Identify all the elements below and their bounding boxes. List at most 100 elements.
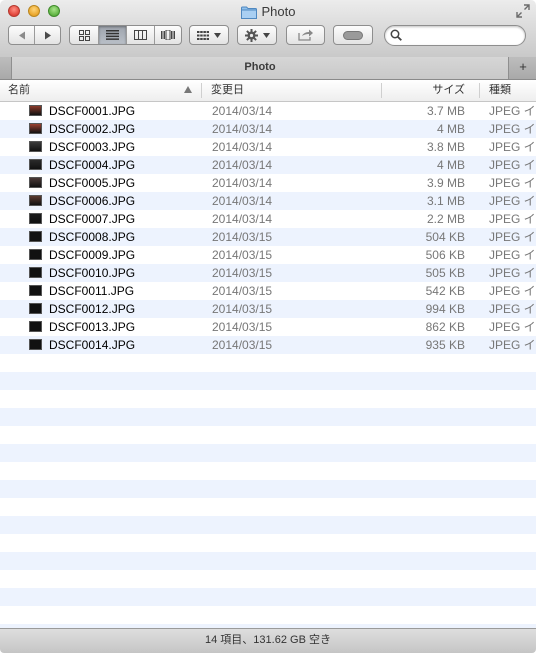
file-row[interactable]: DSCF0014.JPG 2014/03/15 935 KB JPEG イメージ (0, 336, 536, 354)
jpeg-thumbnail-icon (29, 231, 42, 242)
file-date: 2014/03/15 (212, 248, 273, 262)
file-size: 506 KB (425, 248, 465, 262)
file-kind: JPEG イメージ (489, 266, 536, 280)
file-name: DSCF0013.JPG (49, 320, 136, 334)
file-size: 505 KB (425, 266, 465, 280)
empty-row-stripe (0, 588, 536, 606)
back-arrow-icon (18, 31, 25, 39)
file-row[interactable]: DSCF0007.JPG 2014/03/14 2.2 MB JPEG イメージ (0, 210, 536, 228)
file-row[interactable]: DSCF0008.JPG 2014/03/15 504 KB JPEG イメージ (0, 228, 536, 246)
view-mode-control (69, 25, 182, 45)
column-header-name[interactable]: 名前 (8, 80, 198, 101)
column-separator[interactable] (201, 83, 202, 98)
search-field[interactable] (384, 25, 526, 46)
label-button[interactable] (333, 25, 373, 45)
file-name: DSCF0003.JPG (49, 140, 136, 154)
file-date: 2014/03/15 (212, 230, 273, 244)
status-bar: 14 項目、131.62 GB 空き (0, 628, 536, 653)
file-kind: JPEG イメージ (489, 284, 536, 298)
list-view-icon (106, 30, 119, 40)
tab-photo[interactable]: Photo (11, 57, 509, 79)
file-kind: JPEG イメージ (489, 104, 536, 118)
cover-flow-view-button[interactable] (154, 26, 181, 44)
file-size: 3.9 MB (426, 176, 465, 190)
empty-row-stripe (0, 408, 536, 426)
file-kind: JPEG イメージ (489, 302, 536, 316)
jpeg-thumbnail-icon (29, 249, 42, 260)
column-header-size[interactable]: サイズ (384, 80, 465, 101)
back-button[interactable] (9, 26, 34, 44)
file-date: 2014/03/14 (212, 212, 273, 226)
search-icon (390, 29, 402, 41)
file-row[interactable]: DSCF0013.JPG 2014/03/15 862 KB JPEG イメージ (0, 318, 536, 336)
file-name: DSCF0006.JPG (49, 194, 136, 208)
file-date: 2014/03/14 (212, 104, 273, 118)
file-date: 2014/03/14 (212, 122, 273, 136)
file-name: DSCF0005.JPG (49, 176, 136, 190)
file-row[interactable]: DSCF0004.JPG 2014/03/14 4 MB JPEG イメージ (0, 156, 536, 174)
share-button[interactable] (286, 25, 325, 45)
column-separator[interactable] (381, 83, 382, 98)
file-kind: JPEG イメージ (489, 320, 536, 334)
file-kind: JPEG イメージ (489, 176, 536, 190)
file-name: DSCF0012.JPG (49, 302, 136, 316)
arrange-button[interactable] (189, 25, 229, 45)
file-date: 2014/03/14 (212, 176, 273, 190)
icon-view-icon (78, 29, 90, 41)
file-row[interactable]: DSCF0001.JPG 2014/03/14 3.7 MB JPEG イメージ (0, 102, 536, 120)
file-row[interactable]: DSCF0005.JPG 2014/03/14 3.9 MB JPEG イメージ (0, 174, 536, 192)
jpeg-thumbnail-icon (29, 195, 42, 206)
chevron-down-icon (262, 32, 270, 38)
file-date: 2014/03/15 (212, 338, 273, 352)
file-row[interactable]: DSCF0011.JPG 2014/03/15 542 KB JPEG イメージ (0, 282, 536, 300)
action-button[interactable] (237, 25, 277, 45)
add-tab-button[interactable]: + (510, 57, 536, 79)
jpeg-thumbnail-icon (29, 177, 42, 188)
file-row[interactable]: DSCF0003.JPG 2014/03/14 3.8 MB JPEG イメージ (0, 138, 536, 156)
file-date: 2014/03/14 (212, 140, 273, 154)
icon-view-button[interactable] (70, 26, 98, 44)
file-kind: JPEG イメージ (489, 338, 536, 352)
file-date: 2014/03/14 (212, 194, 273, 208)
column-view-icon (134, 30, 147, 40)
sort-ascending-icon (184, 86, 192, 93)
forward-button[interactable] (34, 26, 60, 44)
file-row[interactable]: DSCF0006.JPG 2014/03/14 3.1 MB JPEG イメージ (0, 192, 536, 210)
empty-row-stripe (0, 516, 536, 534)
window-title: Photo (0, 3, 536, 21)
file-kind: JPEG イメージ (489, 194, 536, 208)
list-view-button[interactable] (98, 26, 126, 44)
arrange-grid-icon (197, 30, 209, 40)
folder-icon (240, 6, 257, 19)
empty-row-stripe (0, 372, 536, 390)
column-view-button[interactable] (126, 26, 154, 44)
jpeg-thumbnail-icon (29, 141, 42, 152)
file-size: 3.1 MB (426, 194, 465, 208)
jpeg-thumbnail-icon (29, 339, 42, 350)
column-header: 名前 変更日 サイズ 種類 (0, 80, 536, 102)
back-forward-control (8, 25, 61, 45)
file-name: DSCF0009.JPG (49, 248, 136, 262)
file-name: DSCF0001.JPG (49, 104, 136, 118)
column-separator[interactable] (479, 83, 480, 98)
column-header-date[interactable]: 変更日 (211, 80, 376, 101)
finder-window: Photo Photo + 名前 変更日 サイズ 種類 DSCF0001.JPG… (0, 0, 536, 653)
tab-bar: Photo + (0, 57, 536, 80)
file-row[interactable]: DSCF0002.JPG 2014/03/14 4 MB JPEG イメージ (0, 120, 536, 138)
file-row[interactable]: DSCF0010.JPG 2014/03/15 505 KB JPEG イメージ (0, 264, 536, 282)
column-header-kind[interactable]: 種類 (489, 80, 536, 101)
jpeg-thumbnail-icon (29, 285, 42, 296)
fullscreen-icon[interactable] (516, 4, 530, 18)
file-kind: JPEG イメージ (489, 248, 536, 262)
file-row[interactable]: DSCF0012.JPG 2014/03/15 994 KB JPEG イメージ (0, 300, 536, 318)
file-name: DSCF0011.JPG (49, 284, 135, 298)
search-input[interactable] (405, 28, 520, 43)
file-list[interactable]: DSCF0001.JPG2014/03/143.7 MBJPEG イメージDSC… (0, 102, 536, 628)
file-kind: JPEG イメージ (489, 140, 536, 154)
file-date: 2014/03/15 (212, 266, 273, 280)
file-row[interactable]: DSCF0009.JPG 2014/03/15 506 KB JPEG イメージ (0, 246, 536, 264)
jpeg-thumbnail-icon (29, 213, 42, 224)
gear-icon (244, 28, 258, 42)
jpeg-thumbnail-icon (29, 123, 42, 134)
file-date: 2014/03/15 (212, 302, 273, 316)
